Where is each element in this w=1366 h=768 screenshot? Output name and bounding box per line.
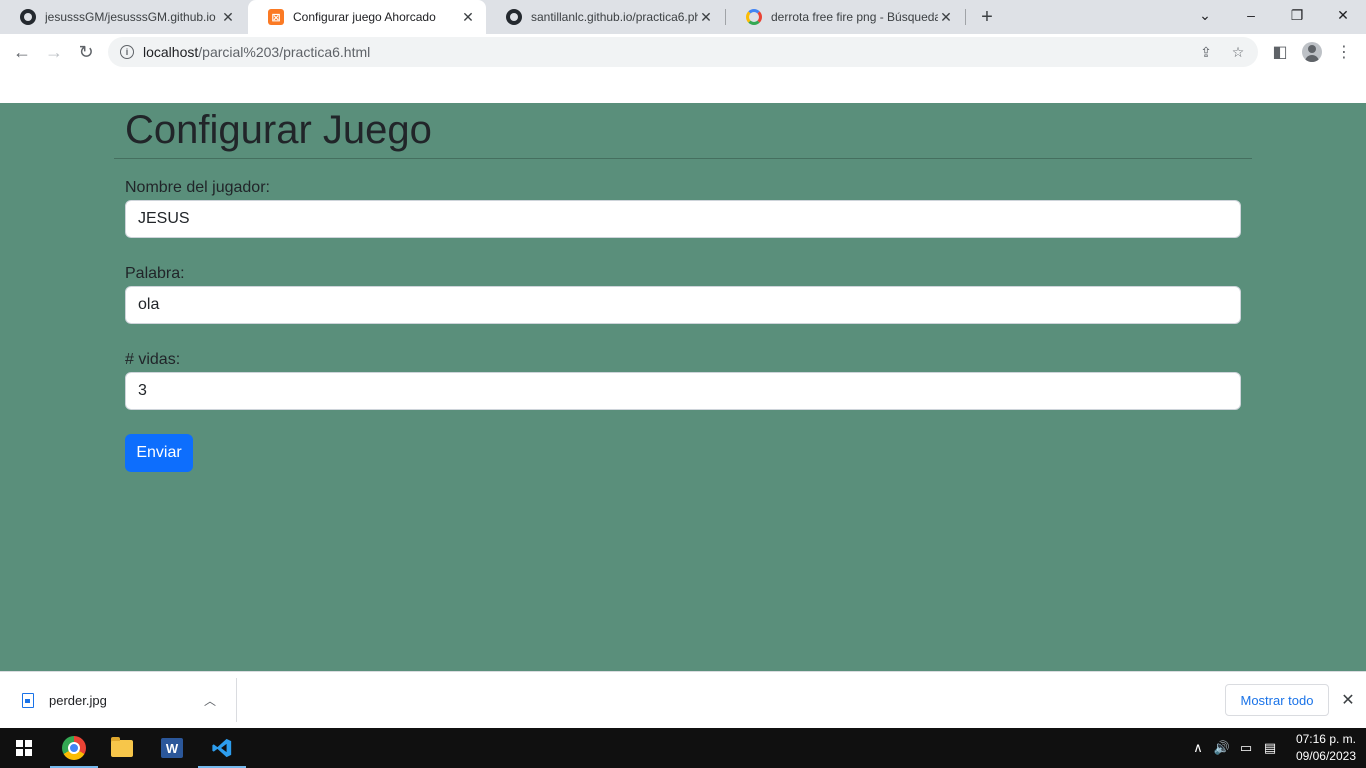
title-divider (114, 158, 1252, 159)
close-icon[interactable]: ✕ (698, 9, 714, 25)
tab-separator (965, 9, 966, 25)
download-shelf: perder.jpg ︿ Mostrar todo ✕ (0, 671, 1366, 728)
player-name-input[interactable] (125, 200, 1241, 238)
tab-title: jesusssGM/jesusssGM.github.io (45, 10, 216, 24)
page-body: Configurar Juego Nombre del jugador: Pal… (0, 103, 1366, 671)
word-icon: W (161, 738, 183, 758)
browser-toolbar: ← → ↻ i localhost/parcial%203/practica6.… (0, 34, 1366, 70)
github-icon (20, 9, 36, 25)
tab-google-search[interactable]: derrota free fire png - Búsqueda ✕ (726, 0, 964, 34)
tab-title: Configurar juego Ahorcado (293, 10, 436, 24)
taskbar-vscode[interactable] (198, 728, 246, 768)
start-button[interactable] (0, 728, 48, 768)
tab-title: derrota free fire png - Búsqueda (771, 10, 938, 24)
download-file-name: perder.jpg (49, 692, 107, 708)
address-bar[interactable]: i localhost/parcial%203/practica6.html ⇪… (108, 37, 1258, 67)
close-icon[interactable]: ✕ (460, 9, 476, 25)
taskbar: W ∧ 🔊 ▭ ▤ 07:16 p. m. 09/06/2023 (0, 728, 1366, 768)
close-icon[interactable]: ✕ (938, 9, 954, 25)
notifications-icon[interactable]: ▤ (1259, 728, 1281, 768)
volume-icon[interactable]: 🔊 (1211, 728, 1233, 768)
new-tab-button[interactable]: + (975, 6, 999, 28)
taskbar-clock[interactable]: 07:16 p. m. 09/06/2023 (1284, 731, 1356, 765)
xampp-icon: ⊠ (268, 9, 284, 25)
close-icon[interactable]: ✕ (220, 9, 236, 25)
chevron-up-icon[interactable]: ︿ (200, 690, 220, 710)
profile-avatar[interactable] (1298, 38, 1326, 66)
share-icon[interactable]: ⇪ (1196, 42, 1216, 62)
google-icon (746, 9, 762, 25)
image-file-icon (22, 692, 34, 708)
show-all-downloads-button[interactable]: Mostrar todo (1225, 684, 1329, 716)
side-panel-icon[interactable]: ◧ (1266, 38, 1294, 66)
lives-input[interactable] (125, 372, 1241, 410)
file-explorer-icon (111, 736, 133, 757)
url-text[interactable]: localhost/parcial%203/practica6.html (143, 44, 370, 60)
back-button[interactable]: ← (8, 38, 36, 66)
windows-logo-icon (16, 740, 32, 756)
network-icon[interactable]: ▭ (1236, 728, 1256, 768)
player-name-label: Nombre del jugador: (125, 179, 270, 196)
vscode-icon (212, 738, 232, 758)
close-window-button[interactable]: ✕ (1320, 0, 1366, 30)
download-separator (236, 678, 237, 722)
forward-button[interactable]: → (40, 38, 68, 66)
tab-jesusssgm[interactable]: jesusssGM/jesusssGM.github.io ✕ (0, 0, 246, 34)
minimize-button[interactable]: – (1228, 0, 1274, 30)
restore-button[interactable]: ❐ (1274, 0, 1320, 30)
clock-time: 07:16 p. m. (1295, 732, 1356, 746)
bookmark-star-icon[interactable]: ☆ (1228, 42, 1248, 62)
word-input[interactable] (125, 286, 1241, 324)
taskbar-word[interactable]: W (148, 728, 196, 768)
download-item[interactable]: perder.jpg ︿ (0, 672, 236, 728)
tab-title: santillanlc.github.io/practica6.php (531, 10, 698, 24)
word-label: Palabra: (125, 265, 185, 282)
taskbar-file-explorer[interactable] (98, 728, 146, 768)
tab-santillanlc[interactable]: santillanlc.github.io/practica6.php ✕ (486, 0, 724, 34)
site-info-icon[interactable]: i (120, 45, 134, 59)
reload-button[interactable]: ↻ (72, 38, 100, 66)
page-title: Configurar Juego (125, 108, 432, 152)
close-icon[interactable]: ✕ (1336, 688, 1360, 712)
chevron-up-icon[interactable]: ∧ (1188, 728, 1208, 768)
github-icon (506, 9, 522, 25)
tab-strip: jesusssGM/jesusssGM.github.io ✕ ⊠ Config… (0, 0, 1366, 34)
submit-button[interactable]: Enviar (125, 434, 193, 472)
lives-label: # vidas: (125, 351, 181, 368)
tab-search-chevron-icon[interactable]: ⌄ (1182, 0, 1228, 30)
taskbar-chrome[interactable] (50, 728, 98, 768)
chrome-icon (62, 736, 86, 760)
clock-date: 09/06/2023 (1295, 749, 1356, 763)
tab-configurar-juego[interactable]: ⊠ Configurar juego Ahorcado ✕ (248, 0, 486, 34)
menu-kebab-icon[interactable]: ⋮ (1330, 38, 1358, 66)
